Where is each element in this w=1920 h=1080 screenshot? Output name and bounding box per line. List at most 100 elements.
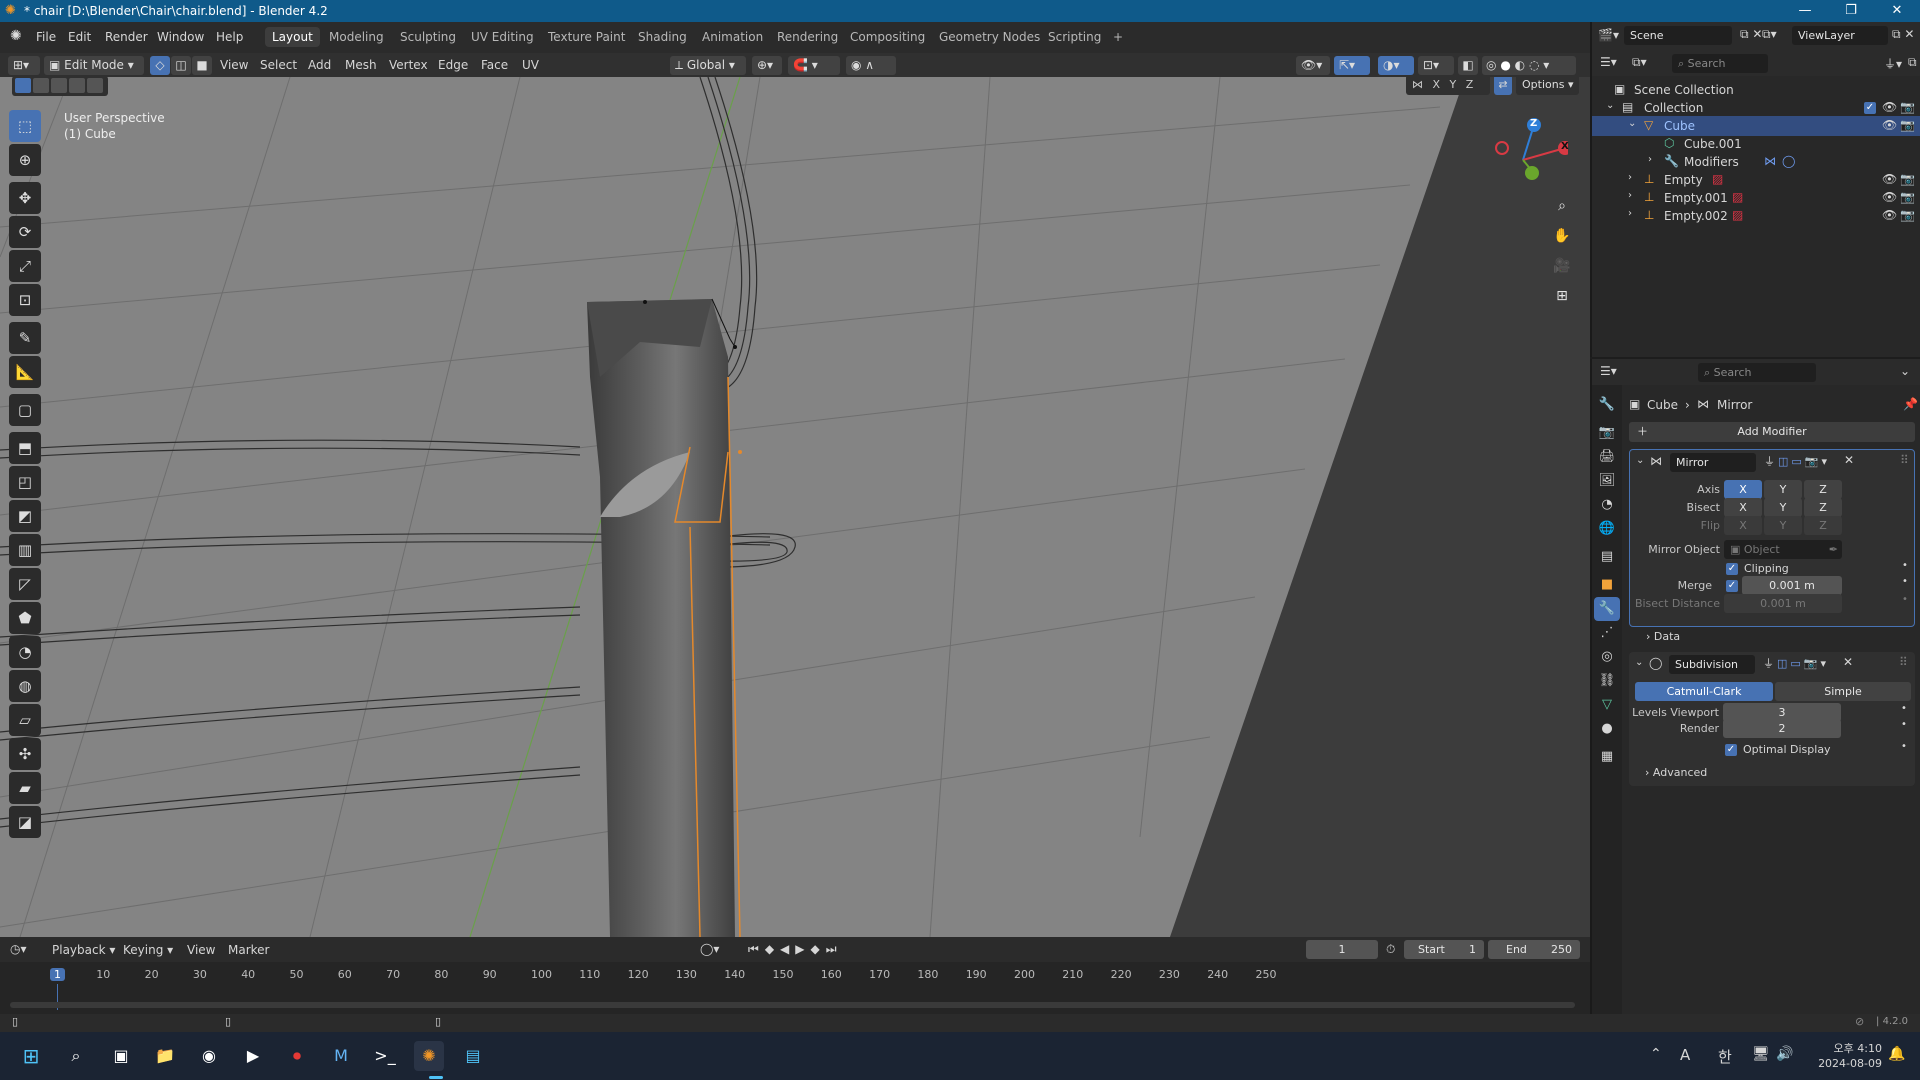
- notification-bell-icon[interactable]: 🔔: [1888, 1046, 1905, 1062]
- play-reverse-icon[interactable]: ◀: [780, 942, 795, 956]
- outliner-row-cube[interactable]: ⌄ ▽ Cube 👁 📷: [1592, 116, 1920, 136]
- editmode-toggle-icon[interactable]: ⏚: [1764, 455, 1778, 468]
- timeline-editor-icon[interactable]: ◷▾: [10, 942, 27, 956]
- inset-icon[interactable]: ◰: [9, 466, 41, 498]
- tray-chevron-icon[interactable]: ⌃: [1650, 1046, 1662, 1062]
- object-tab-icon[interactable]: ■: [1594, 573, 1620, 597]
- overlay-toggle-icon[interactable]: ◑▾: [1378, 56, 1414, 75]
- cage-toggle-icon[interactable]: ◫: [1777, 657, 1790, 670]
- flip-z-toggle[interactable]: Z: [1804, 516, 1842, 535]
- task-view-icon[interactable]: ▣: [106, 1041, 136, 1071]
- properties-search-input[interactable]: ⌕ Search: [1698, 363, 1816, 382]
- rotate-icon[interactable]: ⟳: [9, 216, 41, 248]
- menu-face[interactable]: Face: [481, 58, 508, 72]
- cursor-icon[interactable]: ⊕: [9, 144, 41, 176]
- mirror-y-toggle[interactable]: Y: [1450, 78, 1457, 91]
- collapse-chevron-icon[interactable]: ⌄: [1628, 118, 1636, 129]
- editmode-toggle-icon[interactable]: ⏚: [1763, 657, 1777, 670]
- drag-handle-icon[interactable]: ⠿: [1899, 655, 1908, 669]
- merge-checkbox[interactable]: ✓: [1726, 580, 1738, 592]
- mesh-overlay-icon[interactable]: ⊡▾: [1418, 56, 1454, 75]
- outliner-row-scene-collection[interactable]: ▣ Scene Collection: [1592, 80, 1920, 100]
- knife-icon[interactable]: ◸: [9, 568, 41, 600]
- dropdown-icon[interactable]: ▾: [1822, 455, 1831, 468]
- mirror-x-toggle[interactable]: X: [1433, 78, 1441, 91]
- eye-icon[interactable]: 👁: [1882, 190, 1897, 204]
- start-frame-field[interactable]: Start 1: [1404, 940, 1484, 959]
- animate-dot-icon[interactable]: •: [1902, 560, 1908, 571]
- clipping-checkbox[interactable]: ✓: [1726, 563, 1738, 575]
- axis-y-toggle[interactable]: Y: [1764, 480, 1802, 499]
- outliner-row-cube-mesh[interactable]: ⬡ Cube.001: [1592, 134, 1920, 154]
- menu-vertex[interactable]: Vertex: [389, 58, 428, 72]
- minimize-button[interactable]: —: [1782, 0, 1828, 22]
- animate-dot-icon[interactable]: •: [1901, 741, 1907, 752]
- remove-modifier-icon[interactable]: ✕: [1843, 655, 1853, 669]
- menu-keying[interactable]: Keying ▾: [123, 943, 173, 957]
- menu-mesh[interactable]: Mesh: [345, 58, 377, 72]
- expand-chevron-icon[interactable]: ›: [1628, 190, 1632, 201]
- face-select-icon[interactable]: ■: [192, 56, 212, 75]
- tab-sculpting[interactable]: Sculpting: [393, 27, 463, 47]
- merge-distance-field[interactable]: 0.001 m: [1742, 576, 1842, 595]
- options-dropdown[interactable]: Options ▾: [1516, 77, 1580, 95]
- search-icon[interactable]: ⌕: [61, 1041, 91, 1071]
- menu-window[interactable]: Window: [151, 28, 210, 46]
- smooth-icon[interactable]: ◍: [9, 670, 41, 702]
- menu-timeline-view[interactable]: View: [187, 943, 215, 957]
- viewlayer-selector[interactable]: ViewLayer: [1792, 26, 1888, 45]
- viewport-toggle-icon[interactable]: ▭: [1791, 455, 1804, 468]
- animate-dot-icon[interactable]: •: [1902, 594, 1908, 605]
- outliner-row-empty-001[interactable]: › ⊥ Empty.001 ▨ 👁 📷: [1592, 188, 1920, 208]
- pan-hand-icon[interactable]: ✋: [1549, 223, 1575, 249]
- mirror-object-field[interactable]: ▣ Object ✒: [1724, 540, 1842, 559]
- material-shading-icon[interactable]: ◐: [1515, 58, 1525, 72]
- catmull-clark-toggle[interactable]: Catmull-Clark: [1635, 682, 1773, 701]
- modifier-tab-icon[interactable]: 🔧: [1594, 597, 1620, 621]
- tab-texture-paint[interactable]: Texture Paint: [541, 27, 632, 47]
- chrome-icon[interactable]: ◉: [194, 1041, 224, 1071]
- expand-chevron-icon[interactable]: ›: [1628, 172, 1632, 183]
- eye-icon[interactable]: 👁: [1882, 208, 1897, 222]
- render-levels-field[interactable]: 2: [1723, 719, 1841, 738]
- data-tab-icon[interactable]: ▽: [1594, 693, 1620, 717]
- view-layer-tab-icon[interactable]: 🖼: [1594, 469, 1620, 493]
- prev-key-icon[interactable]: ◆: [765, 942, 780, 956]
- shrink-fatten-icon[interactable]: ✣: [9, 738, 41, 770]
- remove-modifier-icon[interactable]: ✕: [1844, 453, 1854, 467]
- texture-tab-icon[interactable]: ▦: [1594, 745, 1620, 769]
- windows-start-icon[interactable]: ⊞: [16, 1041, 46, 1071]
- render-toggle-icon[interactable]: 📷: [1805, 455, 1822, 468]
- gizmo-toggle-icon[interactable]: ⇱▾: [1334, 56, 1370, 75]
- volume-icon[interactable]: 🔊: [1776, 1046, 1793, 1062]
- new-scene-icon[interactable]: ⧉ ✕: [1740, 27, 1762, 42]
- ime-mode-indicator[interactable]: A: [1680, 1046, 1690, 1064]
- 3d-viewport[interactable]: User Perspective (1) Cube ⋈ X Y Z ⇄ Opti…: [0, 77, 1590, 937]
- outliner-row-collection[interactable]: ⌄ ▤ Collection ✓ 👁 📷: [1592, 98, 1920, 118]
- animate-dot-icon[interactable]: •: [1901, 703, 1907, 714]
- blender-taskbar-icon[interactable]: ✺: [414, 1041, 444, 1071]
- outliner-row-empty-002[interactable]: › ⊥ Empty.002 ▨ 👁 📷: [1592, 206, 1920, 226]
- bisect-distance-field[interactable]: 0.001 m: [1724, 594, 1842, 613]
- constraints-tab-icon[interactable]: ⛓: [1594, 669, 1620, 693]
- advanced-subpanel-header[interactable]: › Advanced: [1645, 766, 1707, 779]
- media-player-icon[interactable]: ▶: [238, 1041, 268, 1071]
- outliner-row-modifiers[interactable]: › 🔧 Modifiers ⋈ ◯: [1592, 152, 1920, 172]
- shading-dropdown-icon[interactable]: ▾: [1543, 58, 1549, 72]
- end-frame-field[interactable]: End 250: [1488, 940, 1580, 959]
- eye-icon[interactable]: 👁: [1882, 100, 1897, 114]
- tab-animation[interactable]: Animation: [695, 27, 770, 47]
- tab-layout[interactable]: Layout: [265, 27, 320, 47]
- menu-help[interactable]: Help: [210, 28, 249, 46]
- proportional-edit-icon[interactable]: ◉ ∧: [846, 56, 896, 75]
- menu-render[interactable]: Render: [99, 28, 154, 46]
- ime-lang-indicator[interactable]: 한: [1718, 1046, 1732, 1067]
- tab-scripting[interactable]: Scripting: [1041, 27, 1108, 47]
- tab-shading[interactable]: Shading: [631, 27, 694, 47]
- properties-options-icon[interactable]: ⌄: [1900, 364, 1910, 378]
- bevel-icon[interactable]: ◩: [9, 500, 41, 532]
- camera-icon[interactable]: 📷: [1900, 208, 1915, 222]
- tab-compositing[interactable]: Compositing: [843, 27, 932, 47]
- output-tab-icon[interactable]: 🖨: [1594, 445, 1620, 469]
- display-mode-icon[interactable]: ⧉▾: [1632, 55, 1647, 70]
